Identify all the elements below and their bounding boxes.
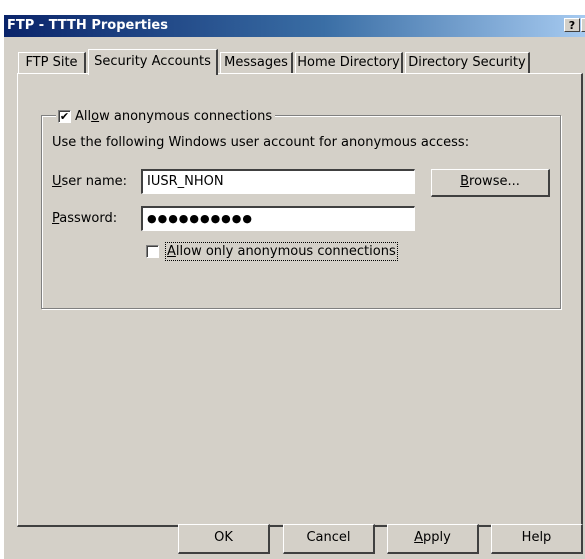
allow-only-anonymous-label: Allow only anonymous connections [165, 242, 398, 261]
tab-home-directory[interactable]: Home Directory [295, 52, 403, 74]
properties-dialog: FTP - TTTH Properties ? X FTP Site Secur… [3, 14, 585, 559]
title-bar[interactable]: FTP - TTTH Properties ? X [4, 15, 585, 37]
anonymous-description: Use the following Windows user account f… [52, 135, 470, 150]
tab-ftp-site[interactable]: FTP Site [18, 52, 86, 74]
allow-only-anonymous-checkbox[interactable]: Allow only anonymous connections [146, 242, 398, 261]
cancel-button[interactable]: Cancel [283, 524, 375, 554]
tab-panel: ✔ Allow anonymous connections Use the fo… [17, 73, 583, 527]
window-title: FTP - TTTH Properties [7, 18, 168, 33]
checkbox-checked[interactable]: ✔ [58, 109, 71, 123]
background-strip [0, 0, 585, 14]
allow-anonymous-label: Allow anonymous connections [75, 108, 273, 124]
close-icon[interactable]: X [581, 18, 585, 32]
tab-messages[interactable]: Messages [220, 52, 293, 74]
tab-security-accounts[interactable]: Security Accounts [88, 49, 218, 75]
username-label: User name: [52, 174, 128, 189]
allow-anonymous-checkbox[interactable]: ✔ Allow anonymous connections [56, 107, 276, 125]
password-field[interactable]: ●●●●●●●●●● [141, 206, 415, 231]
username-field[interactable]: IUSR_NHON [141, 169, 415, 194]
help-icon[interactable]: ? [564, 18, 580, 32]
browse-button[interactable]: Browse... [431, 169, 550, 197]
apply-button[interactable]: Apply [387, 524, 479, 554]
help-button[interactable]: Help [491, 524, 583, 554]
ok-button[interactable]: OK [178, 524, 270, 554]
anonymous-groupbox: ✔ Allow anonymous connections Use the fo… [41, 107, 561, 309]
tab-directory-security[interactable]: Directory Security [405, 52, 530, 74]
password-label: Password: [52, 211, 118, 226]
checkbox-unchecked[interactable] [146, 245, 159, 258]
